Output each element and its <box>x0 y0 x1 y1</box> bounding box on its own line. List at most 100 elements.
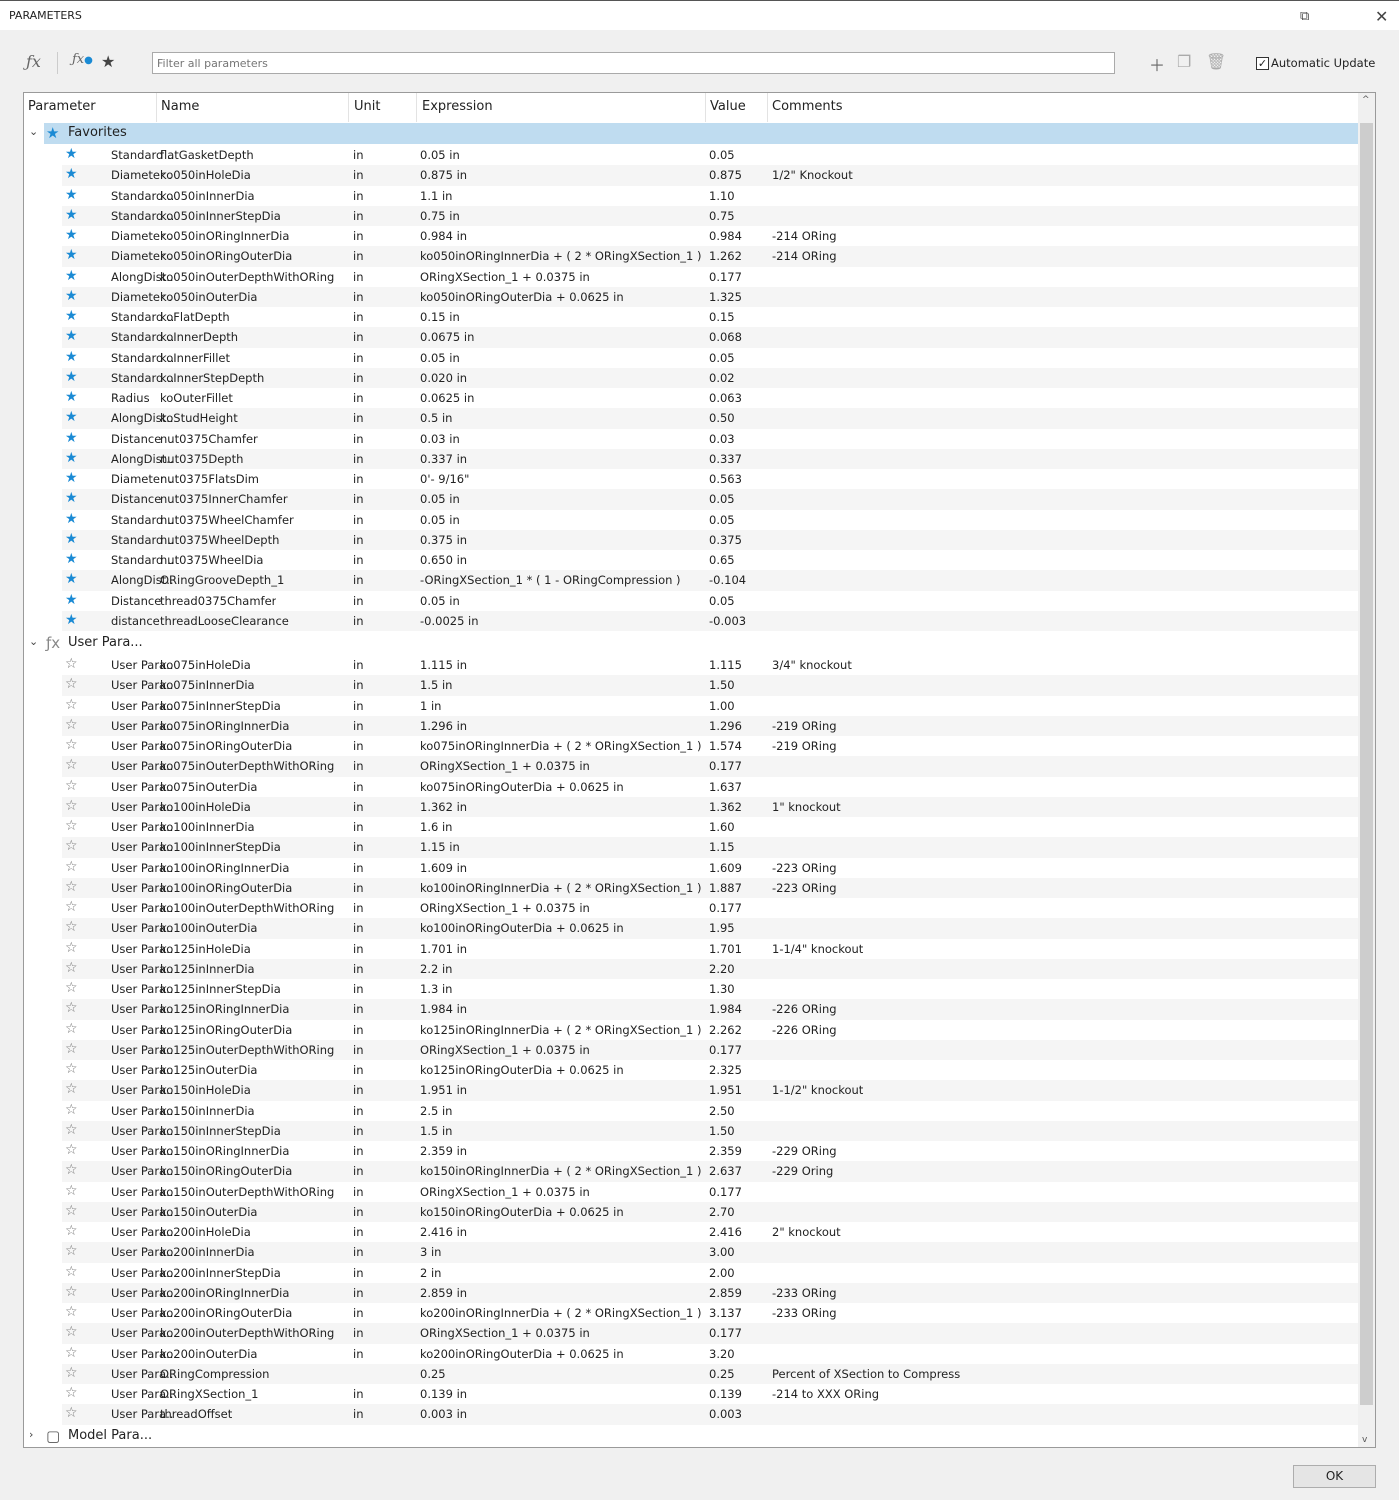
param-expression[interactable]: ko125inORingOuterDia + 0.0625 in <box>420 1063 624 1077</box>
favorite-star-outline-icon[interactable]: ☆ <box>65 980 78 996</box>
param-comment[interactable]: -214 ORing <box>772 229 837 243</box>
favorite-star-outline-icon[interactable]: ☆ <box>65 859 78 875</box>
favorite-star-outline-icon[interactable]: ☆ <box>65 1000 78 1016</box>
param-expression[interactable]: 1.362 in <box>420 800 467 814</box>
param-expression[interactable]: 0.0675 in <box>420 330 474 344</box>
favorite-star-filled-icon[interactable]: ★ <box>65 551 78 567</box>
table-row[interactable]: ★ Distance nut0375InnerChamfer in 0.05 in 0.0… <box>62 489 1359 510</box>
table-row[interactable]: ★ AlongDist... koStudHeight in 0.5 in 0.50 <box>62 408 1359 429</box>
favorite-star-filled-icon[interactable]: ★ <box>65 511 78 527</box>
param-expression[interactable]: 0.25 <box>420 1367 446 1381</box>
favorite-star-filled-icon[interactable]: ★ <box>65 612 78 628</box>
column-header-parameter[interactable]: Parameter <box>28 99 96 114</box>
favorite-star-filled-icon[interactable]: ★ <box>65 328 78 344</box>
table-row[interactable]: ☆ User Para... threadOffset in 0.003 in 0.003 <box>62 1404 1359 1425</box>
table-row[interactable]: ★ AlongDist... ORingGrooveDepth_1 in -ORingX… <box>62 570 1359 591</box>
table-row[interactable]: ★ Standard ... koInnerDepth in 0.0675 in 0.06… <box>62 327 1359 348</box>
table-row[interactable]: ★ Standard ... koInnerFillet in 0.05 in 0.05 <box>62 348 1359 368</box>
param-expression[interactable]: ko200inORingOuterDia + 0.0625 in <box>420 1347 624 1361</box>
favorite-star-outline-icon[interactable]: ☆ <box>65 737 78 753</box>
favorite-star-outline-icon[interactable]: ☆ <box>65 960 78 976</box>
table-row[interactable]: ☆ User Para... ko100inInnerDia in 1.6 in 1.60 <box>62 817 1359 837</box>
table-row[interactable]: ★ AlongDist... ko050inOuterDepthWithORing i… <box>62 267 1359 287</box>
favorite-star-outline-icon[interactable]: ☆ <box>65 1284 78 1300</box>
param-expression[interactable]: ORingXSection_1 + 0.0375 in <box>420 1326 590 1340</box>
delete-icon[interactable]: 🗑 <box>1206 52 1226 71</box>
table-row[interactable]: ★ AlongDist... nut0375Depth in 0.337 in 0.337 <box>62 448 1359 469</box>
table-row[interactable]: ☆ User Para... ko200inInnerStepDia in 2 in 2.… <box>62 1263 1359 1283</box>
param-expression[interactable]: 0.05 in <box>420 513 460 527</box>
param-comment[interactable]: Percent of XSection to Compress <box>772 1367 960 1381</box>
table-row[interactable]: ☆ User Para... ko125inInnerDia in 2.2 in 2.20 <box>62 958 1359 979</box>
param-expression[interactable]: 2.2 in <box>420 962 452 976</box>
table-row[interactable]: ☆ User Para... ko100inHoleDia in 1.362 in 1.3… <box>62 796 1359 817</box>
user-parameter-icon[interactable]: ƒx● <box>72 52 93 67</box>
param-expression[interactable]: ORingXSection_1 + 0.0375 in <box>420 1043 590 1057</box>
param-comment[interactable]: -223 ORing <box>772 861 837 875</box>
param-expression[interactable]: ORingXSection_1 + 0.0375 in <box>420 270 590 284</box>
table-row[interactable]: ☆ User Para... ko200inInnerDia in 3 in 3.00 <box>62 1242 1359 1263</box>
table-row[interactable]: ★ Standard ... nut0375WheelDepth in 0.375 in… <box>62 529 1359 550</box>
favorite-star-filled-icon[interactable]: ★ <box>65 450 78 466</box>
param-comment[interactable]: -229 Oring <box>772 1164 833 1178</box>
table-row[interactable]: ☆ User Para... ko125inOuterDepthWithORing i… <box>62 1039 1359 1060</box>
favorite-star-filled-icon[interactable]: ★ <box>65 308 78 324</box>
param-expression[interactable]: 0.05 in <box>420 148 460 162</box>
favorite-star-filled-icon[interactable]: ★ <box>65 571 78 587</box>
param-comment[interactable]: -214 ORing <box>772 249 837 263</box>
favorite-star-filled-icon[interactable]: ★ <box>65 592 78 608</box>
table-row[interactable]: ☆ User Para... ko125inORingInnerDia in 1.984… <box>62 999 1359 1020</box>
favorite-star-outline-icon[interactable]: ☆ <box>65 1021 78 1037</box>
param-expression[interactable]: ko075inORingOuterDia + 0.0625 in <box>420 780 624 794</box>
table-row[interactable]: ★ Standard ... nut0375WheelDia in 0.650 in 0.… <box>62 550 1359 570</box>
param-comment[interactable]: -226 ORing <box>772 1023 837 1037</box>
favorite-star-outline-icon[interactable]: ☆ <box>65 818 78 834</box>
param-expression[interactable]: 0.139 in <box>420 1387 467 1401</box>
favorite-star-filled-icon[interactable]: ★ <box>65 369 78 385</box>
param-expression[interactable]: 1.609 in <box>420 861 467 875</box>
table-row[interactable]: ☆ User Para... ko075inORingOuterDia in ko075… <box>62 736 1359 756</box>
param-comment[interactable]: 2" knockout <box>772 1225 841 1239</box>
table-row[interactable]: ★ Standard ... nut0375WheelChamfer in 0.05 i… <box>62 510 1359 530</box>
favorite-star-outline-icon[interactable]: ☆ <box>65 778 78 794</box>
table-row[interactable]: ★ Distance thread0375Chamfer in 0.05 in 0.05 <box>62 591 1359 611</box>
favorite-star-filled-icon[interactable]: ★ <box>65 349 78 365</box>
param-expression[interactable]: ORingXSection_1 + 0.0375 in <box>420 901 590 915</box>
param-expression[interactable]: ORingXSection_1 + 0.0375 in <box>420 1185 590 1199</box>
param-expression[interactable]: ko125inORingInnerDia + ( 2 * ORingXSecti… <box>420 1023 702 1037</box>
table-row[interactable]: ☆ User Para... ko075inHoleDia in 1.115 in 1.1… <box>62 655 1359 675</box>
table-row[interactable]: ☆ User Para... ko075inORingInnerDia in 1.296… <box>62 715 1359 736</box>
favorite-star-filled-icon[interactable]: ★ <box>65 187 78 203</box>
param-expression[interactable]: 0.03 in <box>420 432 460 446</box>
add-icon[interactable]: ＋ <box>1149 52 1165 76</box>
param-expression[interactable]: 1.296 in <box>420 719 467 733</box>
favorite-star-outline-icon[interactable]: ☆ <box>65 940 78 956</box>
favorite-star-filled-icon[interactable]: ★ <box>65 470 78 486</box>
scroll-up-icon[interactable]: ^ <box>1362 95 1370 105</box>
checkbox-check-icon[interactable]: ✓ <box>1256 56 1269 70</box>
table-row[interactable]: ★ Diameter ... ko050inORingInnerDia in 0.984… <box>62 226 1359 246</box>
favorite-star-outline-icon[interactable]: ☆ <box>65 1183 78 1199</box>
favorite-star-outline-icon[interactable]: ☆ <box>65 879 78 895</box>
param-expression[interactable]: 0.75 in <box>420 209 460 223</box>
param-expression[interactable]: 0.5 in <box>420 411 452 425</box>
param-expression[interactable]: 0.003 in <box>420 1407 467 1421</box>
table-row[interactable]: ☆ User Para... ko150inInnerDia in 2.5 in 2.50 <box>62 1101 1359 1121</box>
favorite-star-outline-icon[interactable]: ☆ <box>65 1102 78 1118</box>
param-expression[interactable]: ko200inORingInnerDia + ( 2 * ORingXSecti… <box>420 1306 702 1320</box>
scroll-down-icon[interactable]: v <box>1362 1435 1367 1445</box>
table-row[interactable]: ☆ User Para... ko125inOuterDia in ko125inORi… <box>62 1060 1359 1080</box>
table-row[interactable]: ★ Diameter ... nut0375FlatsDim in 0'- 9/16" 0… <box>62 469 1359 489</box>
param-expression[interactable]: 1.15 in <box>420 840 460 854</box>
favorite-star-outline-icon[interactable]: ☆ <box>65 899 78 915</box>
param-comment[interactable]: 1-1/4" knockout <box>772 942 863 956</box>
param-expression[interactable]: 2.859 in <box>420 1286 467 1300</box>
favorite-star-outline-icon[interactable]: ☆ <box>65 717 78 733</box>
favorite-star-outline-icon[interactable]: ☆ <box>65 1162 78 1178</box>
param-expression[interactable]: 1.5 in <box>420 1124 452 1138</box>
param-expression[interactable]: -ORingXSection_1 * ( 1 - ORingCompressio… <box>420 573 681 587</box>
favorite-star-outline-icon[interactable]: ☆ <box>65 1142 78 1158</box>
param-expression[interactable]: 0.05 in <box>420 594 460 608</box>
column-header-value[interactable]: Value <box>710 99 746 114</box>
favorite-star-filled-icon[interactable]: ★ <box>65 409 78 425</box>
